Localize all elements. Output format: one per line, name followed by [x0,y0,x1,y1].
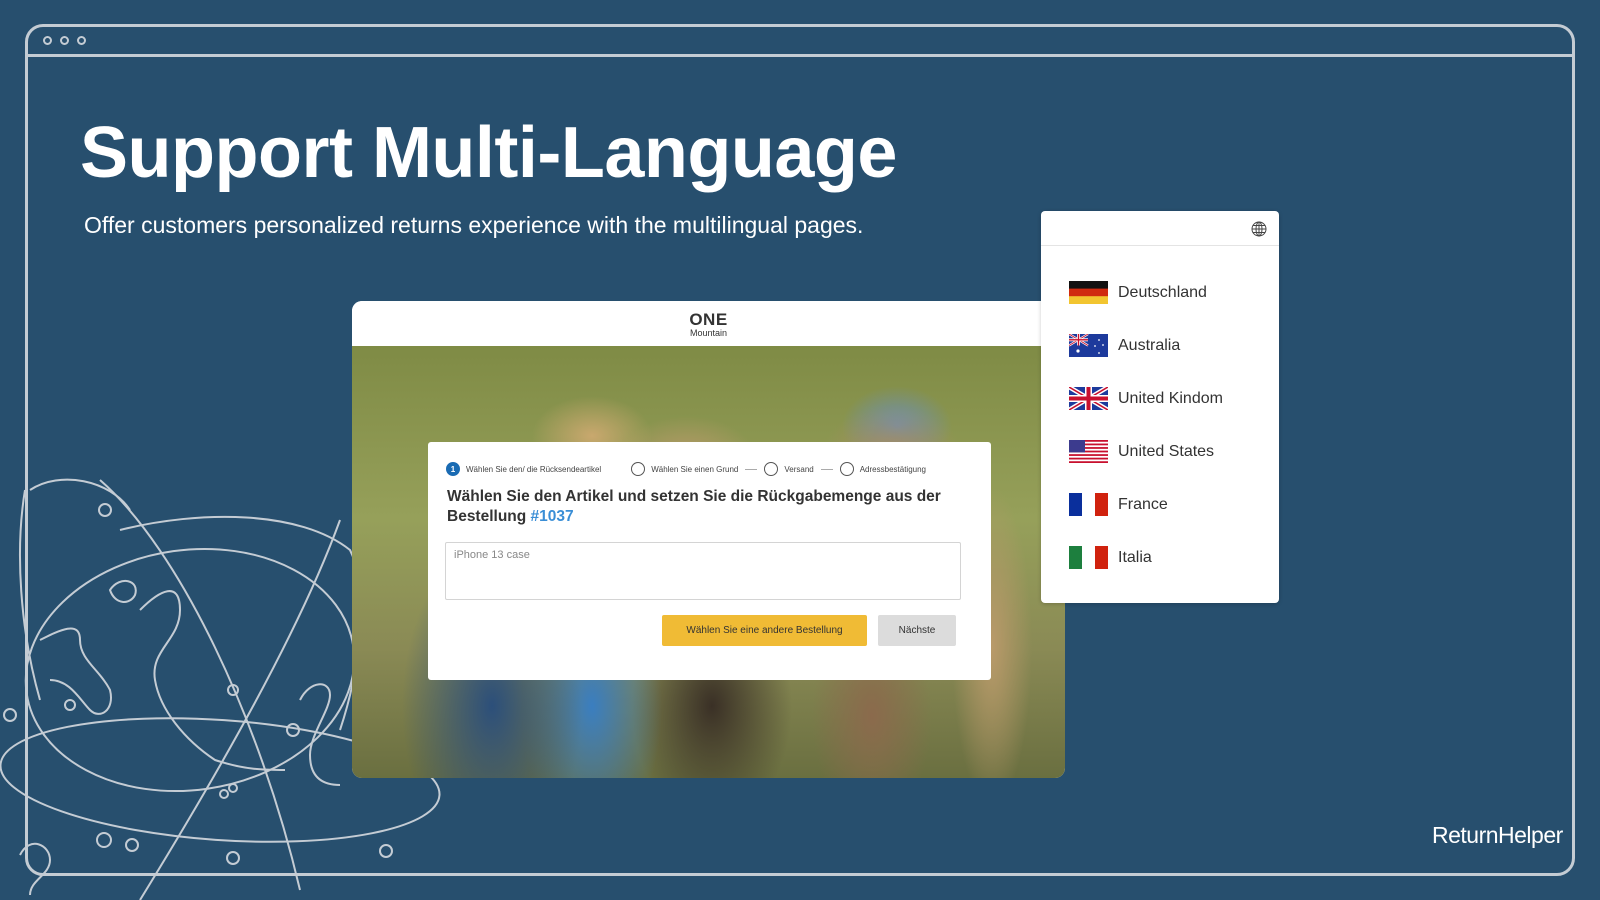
step-3: Versand [764,462,814,476]
store-return-page: ONE Mountain 1 Wählen Sie den/ die Rücks… [352,301,1065,778]
store-logo-main[interactable]: ONE [352,311,1065,328]
us-flag-icon [1069,440,1108,463]
step-1-label: Wählen Sie den/ die Rücksendeartikel [466,464,602,474]
step-3-indicator [764,462,779,476]
browser-titlebar [28,27,1572,57]
language-option-united-kingdom[interactable]: United Kindom [1041,372,1279,425]
language-option-italia[interactable]: Italia [1041,531,1279,584]
globe-icon[interactable] [1251,221,1267,237]
uk-flag-icon [1069,387,1108,410]
australia-flag-icon [1069,334,1108,357]
language-dropdown: Deutschland Australia United Kindom Unit… [1041,211,1279,603]
language-option-label: United States [1118,442,1215,460]
language-option-deutschland[interactable]: Deutschland [1041,266,1279,319]
page-title: Support Multi-Language [80,113,897,193]
return-form-card: 1 Wählen Sie den/ die Rücksendeartikel W… [428,442,991,680]
step-4-indicator [839,462,854,476]
form-title-text: Wählen Sie den Artikel und setzen Sie di… [447,488,941,525]
language-option-label: Deutschland [1118,283,1207,301]
step-1: 1 Wählen Sie den/ die Rücksendeartikel [446,462,601,476]
window-control-dot[interactable] [43,36,52,45]
germany-flag-icon [1069,281,1108,304]
language-list: Deutschland Australia United Kindom Unit… [1041,246,1279,584]
window-control-dot[interactable] [60,36,69,45]
form-title: Wählen Sie den Artikel und setzen Sie di… [447,487,967,527]
language-option-australia[interactable]: Australia [1041,319,1279,372]
language-dropdown-header [1041,211,1279,246]
language-option-france[interactable]: France [1041,478,1279,531]
step-3-label: Versand [784,464,814,474]
step-progress: 1 Wählen Sie den/ die Rücksendeartikel W… [446,460,973,478]
brand-name: ReturnHelper [1432,822,1563,848]
choose-other-order-button[interactable]: Wählen Sie eine andere Bestellung [662,615,867,646]
step-4-label: Adressbestätigung [859,464,926,474]
step-2: Wählen Sie einen Grund [631,462,738,476]
language-option-label: Australia [1118,336,1181,354]
item-search-input[interactable] [445,542,961,600]
store-header: ONE Mountain [352,301,1065,346]
order-number-link[interactable]: #1037 [531,508,574,525]
page-subtitle: Offer customers personalized returns exp… [84,212,864,238]
step-connector [820,468,833,470]
italy-flag-icon [1069,546,1108,569]
language-option-united-states[interactable]: United States [1041,425,1279,478]
step-2-label: Wählen Sie einen Grund [651,464,739,474]
france-flag-icon [1069,493,1108,516]
window-control-dot[interactable] [77,36,86,45]
step-4: Adressbestätigung [839,462,926,476]
store-logo-sub: Mountain [689,328,728,338]
step-connector [745,468,758,470]
step-1-indicator: 1 [446,462,460,476]
language-option-label: United Kindom [1118,389,1223,407]
language-option-label: Italia [1118,548,1152,566]
language-option-label: France [1118,495,1168,513]
next-button[interactable]: Nächste [878,615,956,646]
returnhelper-logo: ReturnHelper [1432,822,1563,849]
step-2-indicator [631,462,646,476]
